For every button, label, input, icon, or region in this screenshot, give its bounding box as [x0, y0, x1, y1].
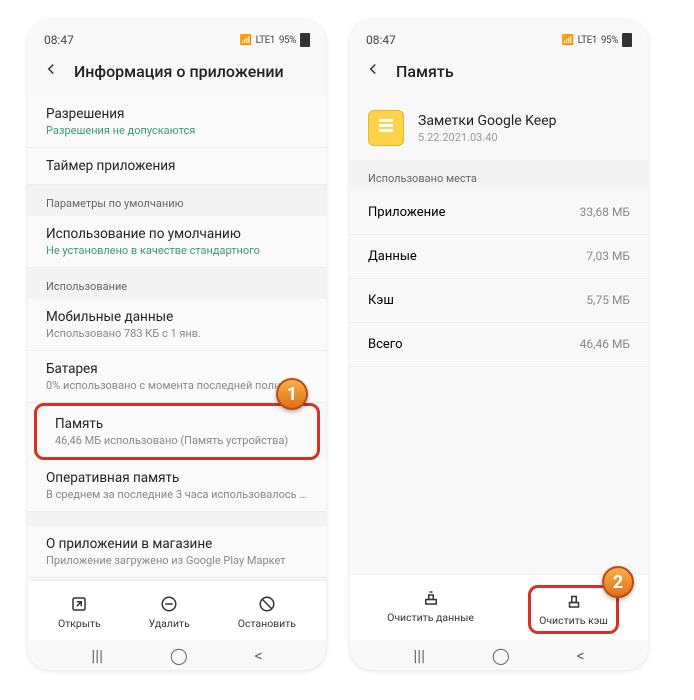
status-bar: 08:47 📶 LTE1 95% — [28, 20, 326, 50]
row-sub: Не установлено в качестве стандартного — [46, 244, 308, 257]
nav-home-icon[interactable]: ◯ — [492, 646, 510, 665]
battery-pct: 95% — [279, 35, 296, 46]
status-time: 08:47 — [366, 33, 396, 47]
phone-left: 08:47 📶 LTE1 95% Информация о приложении… — [28, 20, 326, 670]
app-title: Заметки Google Keep — [418, 113, 557, 129]
label: Данные — [368, 249, 417, 264]
btn-label: Удалить — [149, 617, 190, 630]
signal-type: LTE1 — [256, 35, 275, 46]
header: Память — [350, 50, 648, 96]
row-title: Оперативная память — [46, 470, 308, 486]
row-sub: Использовано 783 КБ с 1 янв. — [46, 327, 308, 340]
label: Приложение — [368, 205, 446, 220]
wifi-icon: 📶 — [240, 35, 252, 46]
nav-bar: ||| ◯ < — [28, 640, 326, 670]
nav-home-icon[interactable]: ◯ — [170, 646, 188, 665]
row-store[interactable]: О приложении в магазине Приложение загру… — [28, 526, 326, 578]
btn-label: Остановить — [238, 617, 296, 630]
label: Кэш — [368, 293, 394, 308]
row-title: Таймер приложения — [46, 158, 308, 174]
value: 5,75 МБ — [586, 293, 630, 308]
row-sub: Приложение загружено из Google Play Марк… — [46, 554, 308, 567]
battery-pct: 95% — [601, 35, 618, 46]
value: 7,03 МБ — [586, 249, 630, 264]
nav-bar: ||| ◯ < — [350, 640, 648, 670]
content: Разрешения Разрешения не допускаются Тай… — [28, 96, 326, 580]
battery-icon — [622, 33, 632, 47]
row-memory[interactable]: Память 46,46 МБ использовано (Память уст… — [34, 403, 320, 460]
status-bar: 08:47 📶 LTE1 95% — [350, 20, 648, 50]
content: Заметки Google Keep 5.22.2021.03.40 Испо… — [350, 96, 648, 574]
value: 33,68 МБ — [580, 205, 630, 220]
usage-app: Приложение 33,68 МБ — [350, 191, 648, 235]
row-permissions[interactable]: Разрешения Разрешения не допускаются — [28, 96, 326, 148]
nav-back-icon[interactable]: < — [254, 646, 262, 665]
marker-1: 1 — [276, 378, 308, 410]
row-ram[interactable]: Оперативная память В среднем за последни… — [28, 460, 326, 512]
section-usage: Использовано места — [350, 160, 648, 191]
page-title: Память — [396, 62, 454, 81]
row-title: Мобильные данные — [46, 309, 308, 325]
row-title: О приложении в магазине — [46, 536, 308, 552]
row-title: Память — [55, 416, 299, 432]
btn-label: Очистить данные — [387, 611, 474, 624]
status-time: 08:47 — [44, 33, 74, 47]
uninstall-button[interactable]: Удалить — [141, 591, 198, 634]
clear-data-button[interactable]: Очистить данные — [379, 585, 482, 634]
phone-right: 08:47 📶 LTE1 95% Память Заметки Google K… — [350, 20, 648, 670]
app-version: 5.22.2021.03.40 — [418, 131, 557, 144]
section-defaults: Параметры по умолчанию — [28, 185, 326, 216]
back-icon[interactable] — [364, 60, 382, 82]
back-icon[interactable] — [42, 60, 60, 82]
marker-2: 2 — [602, 566, 634, 598]
row-mobile-data[interactable]: Мобильные данные Использовано 783 КБ с 1… — [28, 299, 326, 351]
row-sub: Разрешения не допускаются — [46, 124, 308, 137]
value: 46,46 МБ — [580, 337, 630, 352]
nav-recent-icon[interactable]: ||| — [91, 646, 103, 665]
nav-back-icon[interactable]: < — [576, 646, 584, 665]
row-title: Разрешения — [46, 106, 308, 122]
label: Всего — [368, 337, 403, 352]
usage-data: Данные 7,03 МБ — [350, 235, 648, 279]
usage-total: Всего 46,46 МБ — [350, 323, 648, 367]
battery-icon — [300, 33, 310, 47]
row-title: Батарея — [46, 361, 308, 377]
nav-recent-icon[interactable]: ||| — [413, 646, 425, 665]
header: Информация о приложении — [28, 50, 326, 96]
usage-cache: Кэш 5,75 МБ — [350, 279, 648, 323]
row-timer[interactable]: Таймер приложения — [28, 148, 326, 185]
stop-button[interactable]: Остановить — [230, 591, 304, 634]
open-button[interactable]: Открыть — [50, 591, 109, 634]
keep-icon — [368, 110, 404, 146]
row-title: Использование по умолчанию — [46, 226, 308, 242]
app-card: Заметки Google Keep 5.22.2021.03.40 — [350, 96, 648, 160]
signal-type: LTE1 — [578, 35, 597, 46]
btn-label: Очистить кэш — [539, 614, 608, 627]
row-sub: 0% использовано с момента последней полн… — [46, 379, 308, 392]
section-usage: Использование — [28, 268, 326, 299]
btn-label: Открыть — [58, 617, 101, 630]
row-sub: В среднем за последние 3 часа использова… — [46, 488, 308, 501]
status-icons: 📶 LTE1 95% — [562, 33, 632, 47]
row-sub: 46,46 МБ использовано (Память устройства… — [55, 434, 299, 447]
page-title: Информация о приложении — [74, 62, 284, 81]
status-icons: 📶 LTE1 95% — [240, 33, 310, 47]
wifi-icon: 📶 — [562, 35, 574, 46]
row-default-use[interactable]: Использование по умолчанию Не установлен… — [28, 216, 326, 268]
bottom-bar: Открыть Удалить Остановить — [28, 580, 326, 640]
